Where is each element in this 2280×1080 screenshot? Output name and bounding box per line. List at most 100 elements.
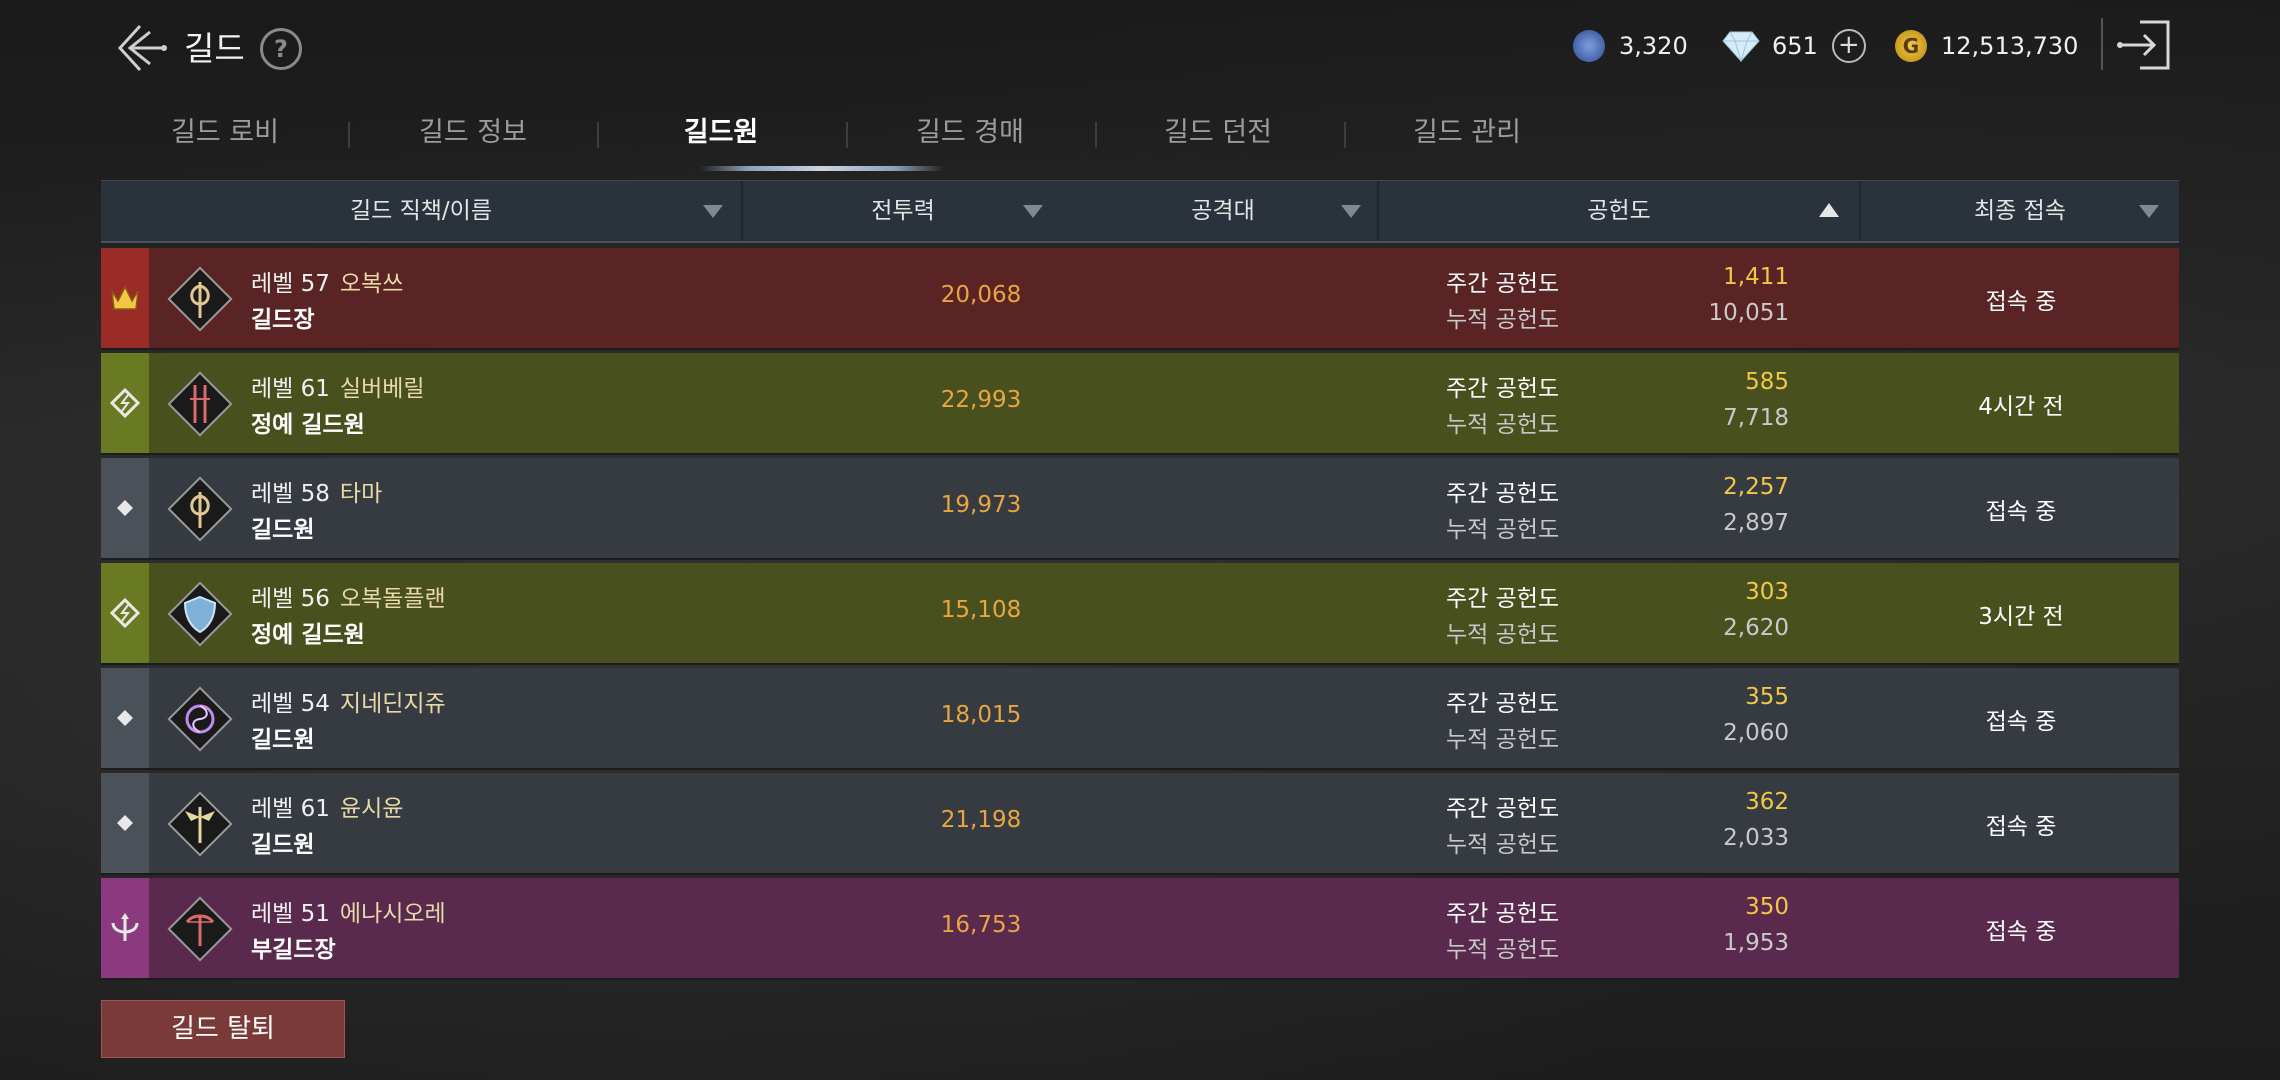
sort-down-icon[interactable] (2139, 205, 2159, 218)
table-row[interactable]: 레벨 51 에나시오레 부길드장 16,753 주간 공헌도 누적 공헌도 350… (101, 878, 2179, 980)
back-arrow-icon[interactable] (110, 18, 170, 78)
col-header-power[interactable]: 전투력 (743, 181, 1063, 241)
winged-staff-icon (167, 791, 233, 857)
add-diamond-button[interactable]: + (1831, 29, 1866, 63)
rank-cell (101, 353, 149, 453)
member-role: 길드장 (251, 307, 315, 333)
axe-icon (167, 266, 233, 332)
total-contribution-value: 10,051 (1708, 300, 1789, 326)
member-level: 레벨 58 타마 (251, 481, 383, 507)
tab-bar: 길드 로비 길드 정보 길드원 길드 경매 길드 던전 길드 관리 (100, 108, 2180, 171)
table-header: 길드 직책/이름 전투력 공격대 공헌도 최종 접속 (101, 180, 2179, 243)
last-login: 접속 중 (1985, 814, 2057, 840)
total-contribution-value: 1,953 (1723, 930, 1789, 956)
col-header-contribution[interactable]: 공헌도 (1379, 181, 1859, 241)
total-contribution-value: 7,718 (1723, 405, 1789, 431)
col-header-name[interactable]: 길드 직책/이름 (101, 181, 741, 241)
total-contribution-value: 2,060 (1723, 720, 1789, 746)
weekly-contribution-label: 주간 공헌도 (1446, 586, 1560, 612)
weekly-contribution-value: 350 (1745, 894, 1789, 920)
sort-up-icon[interactable] (1819, 203, 1839, 217)
member-role: 정예 길드원 (251, 622, 365, 648)
tab-guild-dungeon[interactable]: 길드 던전 (1093, 108, 1343, 162)
member-level: 레벨 56 오복돌플랜 (251, 586, 446, 612)
member-level: 레벨 61 실버베릴 (251, 376, 425, 402)
weekly-contribution-label: 주간 공헌도 (1446, 691, 1560, 717)
tab-guild-members[interactable]: 길드원 (596, 108, 846, 162)
total-contribution-label: 누적 공헌도 (1446, 937, 1560, 963)
weekly-contribution-label: 주간 공헌도 (1446, 481, 1560, 507)
help-icon[interactable]: ? (260, 28, 302, 70)
rank-cell (101, 668, 149, 768)
header-divider (2101, 18, 2103, 70)
trident-icon (111, 913, 139, 941)
rank-cell (101, 563, 149, 663)
page-title: 길드 (184, 29, 245, 68)
total-contribution-label: 누적 공헌도 (1446, 517, 1560, 543)
member-power: 20,068 (940, 282, 1022, 308)
member-role: 부길드장 (251, 937, 336, 963)
member-power: 19,973 (940, 492, 1022, 518)
table-row[interactable]: 레벨 61 실버베릴 정예 길드원 22,993 주간 공헌도 누적 공헌도 58… (101, 353, 2179, 455)
last-login: 접속 중 (1985, 919, 2057, 945)
leave-guild-button[interactable]: 길드 탈퇴 (101, 1000, 345, 1058)
col-header-raid[interactable]: 공격대 (1063, 181, 1383, 241)
total-contribution-label: 누적 공헌도 (1446, 832, 1560, 858)
bow-icon (167, 896, 233, 962)
member-diamond-icon (117, 710, 133, 726)
member-name: 윤시윤 (339, 796, 404, 822)
member-name: 오복돌플랜 (339, 586, 446, 612)
table-row[interactable]: 레벨 56 오복돌플랜 정예 길드원 15,108 주간 공헌도 누적 공헌도 3… (101, 563, 2179, 665)
total-contribution-value: 2,620 (1723, 615, 1789, 641)
table-row[interactable]: 레벨 57 오복쓰 길드장 20,068 주간 공헌도 누적 공헌도 1,411 … (101, 248, 2179, 350)
shield-icon (167, 581, 233, 647)
rank-cell (101, 878, 149, 978)
member-power: 16,753 (940, 912, 1022, 938)
last-login: 3시간 전 (1978, 604, 2064, 630)
sort-down-icon[interactable] (1341, 205, 1361, 218)
member-level: 레벨 51 에나시오레 (251, 901, 446, 927)
currency-gold: G 12,513,730 (1895, 26, 2078, 66)
total-contribution-value: 2,033 (1723, 825, 1789, 851)
member-role: 길드원 (251, 832, 315, 858)
tab-guild-lobby[interactable]: 길드 로비 (100, 108, 350, 162)
table-row[interactable]: 레벨 54 지네딘지쥬 길드원 18,015 주간 공헌도 누적 공헌도 355 … (101, 668, 2179, 770)
currency-diamond: 651 + (1722, 26, 1866, 66)
member-power: 21,198 (940, 807, 1022, 833)
rank-cell (101, 773, 149, 873)
exit-icon[interactable] (2116, 18, 2172, 72)
weekly-contribution-value: 585 (1745, 369, 1789, 395)
gold-coin-icon: G (1895, 30, 1927, 62)
tab-guild-info[interactable]: 길드 정보 (348, 108, 598, 162)
weekly-contribution-value: 1,411 (1723, 264, 1789, 290)
currency-diamond-value: 651 (1772, 32, 1818, 60)
member-name: 실버베릴 (339, 376, 425, 402)
total-contribution-value: 2,897 (1723, 510, 1789, 536)
sort-down-icon[interactable] (703, 205, 723, 218)
member-name: 지네딘지쥬 (339, 691, 446, 717)
elite-diamond-icon (110, 598, 140, 628)
table-row[interactable]: 레벨 58 타마 길드원 19,973 주간 공헌도 누적 공헌도 2,257 2… (101, 458, 2179, 560)
currency-gold-value: 12,513,730 (1941, 32, 2079, 60)
tab-guild-management[interactable]: 길드 관리 (1342, 108, 1592, 162)
total-contribution-label: 누적 공헌도 (1446, 307, 1560, 333)
last-login: 접속 중 (1985, 499, 2057, 525)
weekly-contribution-value: 362 (1745, 789, 1789, 815)
last-login: 접속 중 (1985, 289, 2057, 315)
member-name: 에나시오레 (339, 901, 446, 927)
total-contribution-label: 누적 공헌도 (1446, 727, 1560, 753)
sort-down-icon[interactable] (1023, 205, 1043, 218)
member-role: 길드원 (251, 727, 315, 753)
currency-crystal-value: 3,320 (1619, 32, 1688, 60)
table-row[interactable]: 레벨 61 윤시윤 길드원 21,198 주간 공헌도 누적 공헌도 362 2,… (101, 773, 2179, 875)
rank-cell (101, 248, 149, 348)
vortex-icon (167, 686, 233, 752)
member-level: 레벨 61 윤시윤 (251, 796, 404, 822)
last-login: 접속 중 (1985, 709, 2057, 735)
col-header-last-login[interactable]: 최종 접속 (1861, 181, 2179, 241)
weekly-contribution-value: 2,257 (1723, 474, 1789, 500)
crown-icon (111, 285, 139, 310)
weekly-contribution-value: 355 (1745, 684, 1789, 710)
tab-guild-auction[interactable]: 길드 경매 (845, 108, 1095, 162)
axe-icon (167, 476, 233, 542)
